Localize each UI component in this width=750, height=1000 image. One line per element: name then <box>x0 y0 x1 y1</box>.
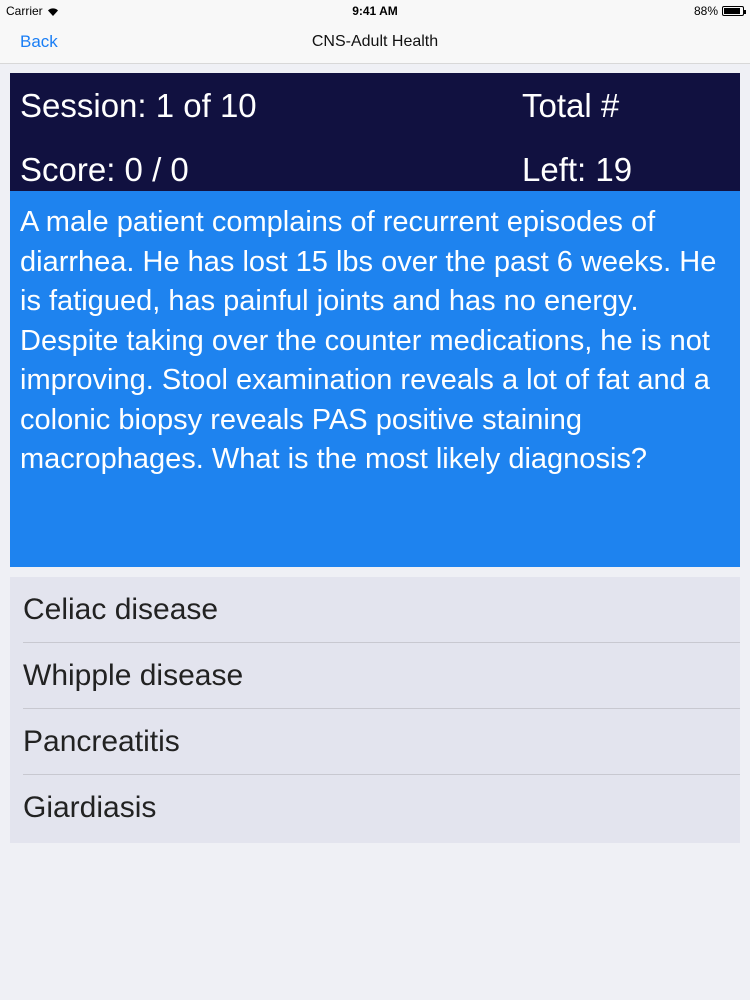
battery-percent: 88% <box>693 4 718 18</box>
questions-left: Left: 19 <box>522 151 633 188</box>
battery-icon <box>722 6 746 16</box>
status-bar: Carrier 9:41 AM 88% <box>0 0 750 22</box>
answer-list: Celiac disease Whipple disease Pancreati… <box>10 577 740 843</box>
answer-option[interactable]: Celiac disease <box>23 577 740 643</box>
battery-fill <box>724 8 740 14</box>
session-header: Session: 1 of 10 Total # Score: 0 / 0 Le… <box>10 73 740 191</box>
answer-option[interactable]: Pancreatitis <box>23 709 740 775</box>
question-text: A male patient complains of recurrent ep… <box>10 191 740 567</box>
nav-title: CNS-Adult Health <box>311 33 439 50</box>
status-right: 88% <box>693 4 746 18</box>
nav-bar: Back CNS-Adult Health <box>0 22 750 64</box>
answer-option[interactable]: Whipple disease <box>23 643 740 709</box>
score-counter: Score: 0 / 0 <box>20 151 189 188</box>
status-time: 9:41 AM <box>352 4 398 18</box>
answer-option[interactable]: Giardiasis <box>23 775 740 841</box>
total-label: Total # <box>522 87 620 124</box>
session-counter: Session: 1 of 10 <box>20 87 257 124</box>
